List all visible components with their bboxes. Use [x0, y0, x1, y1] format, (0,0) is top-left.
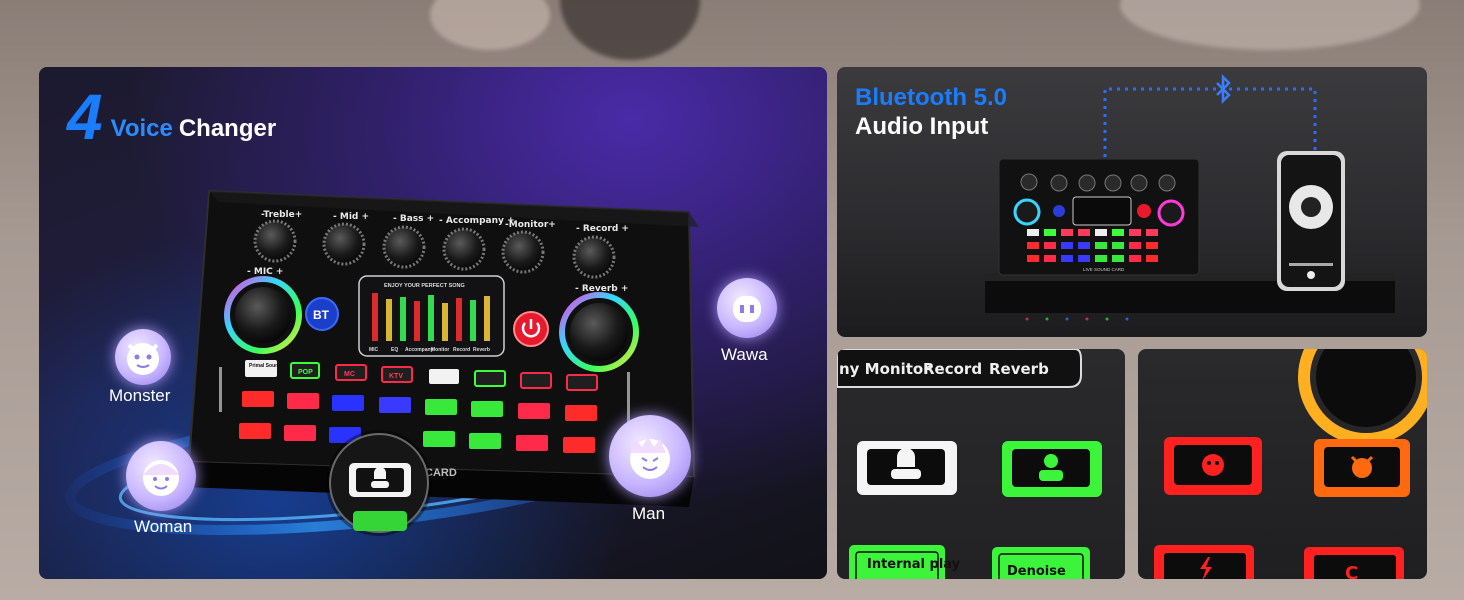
reverb-knob[interactable]	[570, 303, 628, 361]
closeup-label-reverb: Reverb	[989, 360, 1049, 378]
knob-label-treble: -Treble+	[261, 210, 302, 220]
bluetooth-badge-label: BT	[313, 308, 330, 322]
man-mode-icon	[609, 415, 691, 497]
woman-mode-label: Woman	[134, 517, 193, 536]
closeup-effects-illustration: C	[1154, 349, 1427, 579]
closeup-label-record: Record	[923, 360, 982, 378]
key-row3-7[interactable]	[516, 435, 548, 451]
closeup-keys-illustration: ny Monitor Record Reverb Internal play D…	[837, 349, 1102, 579]
key-monster[interactable]	[520, 372, 552, 389]
screen-label-accompany: Accompany	[405, 347, 434, 353]
key-row3-2[interactable]	[284, 425, 316, 441]
treble-knob[interactable]	[253, 219, 297, 263]
woman-mode-icon	[126, 441, 196, 511]
key-row2-3[interactable]	[332, 395, 364, 411]
bluetooth-connection-line	[1103, 87, 1317, 157]
key-row2-6[interactable]	[471, 401, 503, 417]
background-shape	[430, 0, 550, 50]
bass-knob[interactable]	[382, 225, 426, 269]
key-row2-8[interactable]	[565, 405, 597, 421]
mid-knob[interactable]	[322, 222, 366, 266]
knob-label-mid: - Mid +	[333, 212, 369, 222]
record-knob[interactable]	[572, 235, 616, 279]
man-mode-label: Man	[632, 504, 666, 523]
closeup-keys-panel: ny Monitor Record Reverb Internal play D…	[837, 349, 1125, 579]
knob-label-mic: - MIC +	[247, 267, 283, 277]
closeup-c-key-label: C	[1345, 563, 1358, 579]
closeup-internal-play-label: Internal play	[867, 557, 961, 572]
key-label-pop: POP	[298, 369, 313, 376]
level-meters	[372, 293, 490, 341]
background-shape	[1120, 0, 1420, 50]
key-man[interactable]	[474, 370, 506, 387]
closeup-label-monitor: ny Monitor	[839, 360, 931, 378]
key-row2-4[interactable]	[379, 397, 411, 413]
key-wawa[interactable]	[566, 374, 598, 391]
closeup-effects-panel: C	[1138, 349, 1427, 579]
wawa-mode-label: Wawa	[721, 345, 768, 364]
key-row2-5[interactable]	[425, 399, 457, 415]
screen-label-eq: EQ	[391, 347, 398, 353]
background-shape	[560, 0, 700, 60]
key-woman[interactable]	[429, 369, 459, 384]
screen-label-reverb: Reverb	[473, 347, 490, 353]
key-row2-2[interactable]	[287, 393, 319, 409]
closeup-denoise-label: Denoise	[1007, 564, 1066, 579]
screen-title: ENJOY YOUR PERFECT SONG	[384, 283, 465, 289]
monster-mode-label: Monster	[109, 386, 171, 405]
knob-label-record: - Record +	[576, 224, 629, 234]
zoomed-woman-key	[349, 463, 411, 531]
screen-label-record: Record	[453, 347, 470, 353]
knob-label-bass: - Bass +	[393, 214, 434, 224]
monitor-knob[interactable]	[501, 230, 545, 274]
bluetooth-illustration: LIVE SOUND CARD	[985, 73, 1395, 321]
screen-label-monitor: Monitor	[431, 347, 449, 353]
key-label-ktv: KTV	[389, 373, 403, 380]
ghost-face-icon	[1202, 454, 1224, 476]
key-label-mc: MC	[344, 371, 355, 378]
mic-knob[interactable]	[235, 287, 291, 343]
wawa-mode-icon	[717, 278, 777, 338]
bluetooth-panel: Bluetooth 5.0 Audio Input LIVE SOUND CAR…	[837, 67, 1427, 337]
key-row3-8[interactable]	[563, 437, 595, 453]
key-row2-7[interactable]	[518, 403, 550, 419]
key-row2-1[interactable]	[242, 391, 274, 407]
knob-label-accompany: - Accompany +	[439, 216, 515, 226]
screen-label-mic: MIC	[369, 347, 379, 353]
accompany-knob[interactable]	[442, 227, 486, 271]
key-row3-1[interactable]	[239, 423, 271, 439]
knob-label-monitor: -Monitor+	[505, 220, 556, 230]
key-row3-6[interactable]	[469, 433, 501, 449]
mini-card-label: LIVE SOUND CARD	[1083, 267, 1125, 272]
monster-mode-icon	[115, 329, 171, 385]
zoomed-key-circle	[329, 433, 429, 533]
key-label-primal: Primal Sound	[249, 363, 281, 369]
voice-changer-panel: 4 Voice Changer -Treble+ - Mid + - Bass …	[39, 67, 827, 579]
bluetooth-icon	[1216, 73, 1231, 105]
